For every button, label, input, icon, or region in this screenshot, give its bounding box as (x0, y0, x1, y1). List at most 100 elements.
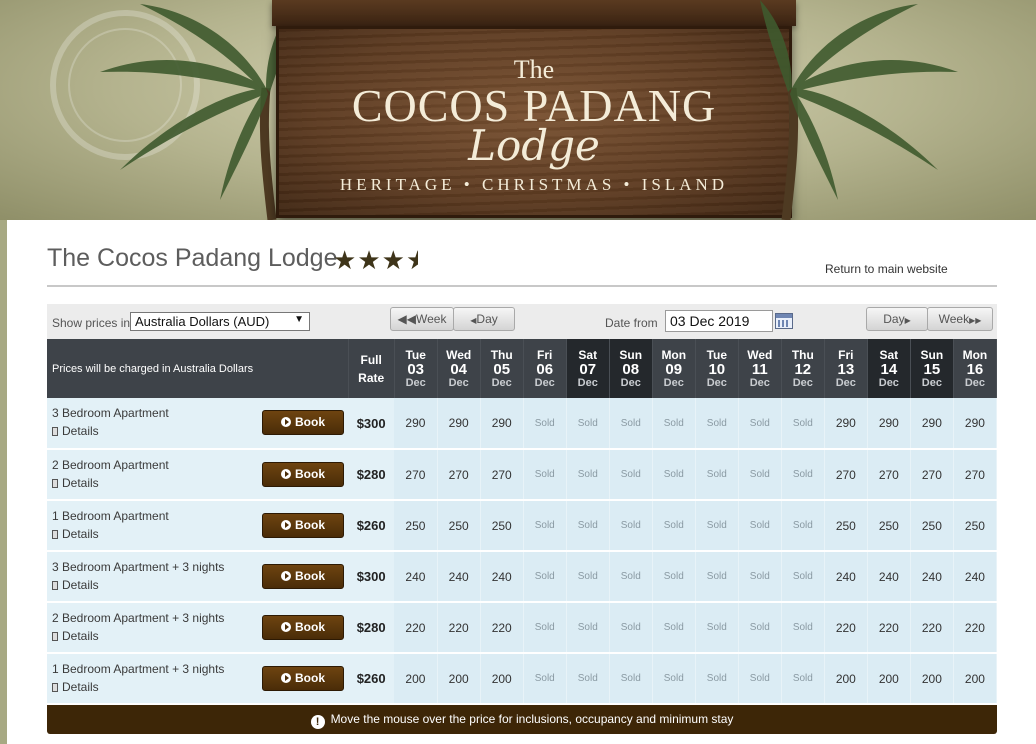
table-row: 3 Bedroom Apartment + 3 nights Details Boo… (47, 551, 998, 603)
chevron-right-icon: ▶ (904, 316, 911, 325)
price-cell[interactable]: 200 (867, 653, 911, 705)
day-name: Tue (706, 347, 728, 362)
price-cell[interactable]: 240 (394, 551, 438, 603)
next-week-button[interactable]: Week▶▶ (927, 307, 993, 331)
book-button[interactable]: Book (262, 410, 344, 435)
price-cell[interactable]: 290 (910, 398, 954, 450)
play-circle-icon (281, 417, 291, 427)
date-header-12: Sun 15 Dec (910, 339, 954, 398)
month-name: Dec (663, 376, 684, 389)
price-cell[interactable]: 270 (480, 449, 524, 501)
room-cell: 1 Bedroom Apartment + 3 nights Details Boo… (47, 653, 349, 705)
price-cell[interactable]: 290 (824, 398, 868, 450)
price-cell[interactable]: 250 (910, 500, 954, 552)
logo-tagline: HERITAGE • CHRISTMAS • ISLAND (339, 175, 729, 194)
prev-day-button[interactable]: ◀Day (453, 307, 515, 331)
room-cell: 3 Bedroom Apartment + 3 nights Details Boo… (47, 551, 349, 603)
details-link[interactable]: Details (52, 578, 99, 592)
details-link[interactable]: Details (52, 680, 99, 694)
price-cell[interactable]: 220 (394, 602, 438, 654)
book-button[interactable]: Book (262, 564, 344, 589)
prev-day-label: Day (476, 312, 498, 326)
calendar-icon[interactable] (775, 313, 793, 329)
price-cell[interactable]: 250 (394, 500, 438, 552)
month-name: Dec (921, 376, 942, 389)
price-cell[interactable]: 240 (824, 551, 868, 603)
price-cell[interactable]: 290 (394, 398, 438, 450)
day-number: 04 (450, 360, 468, 378)
price-cell[interactable]: 250 (953, 500, 998, 552)
price-cell[interactable]: 200 (824, 653, 868, 705)
price-cell[interactable]: 270 (394, 449, 438, 501)
price-cell[interactable]: 290 (953, 398, 998, 450)
price-cell[interactable]: 270 (953, 449, 998, 501)
show-prices-label: Show prices in (52, 316, 131, 330)
price-cell[interactable]: 200 (910, 653, 954, 705)
price-cell[interactable]: 200 (394, 653, 438, 705)
hint-bar: ! Move the mouse over the price for inclu… (47, 705, 997, 734)
price-cell[interactable]: 290 (867, 398, 911, 450)
price-cell[interactable]: 250 (437, 500, 481, 552)
details-link[interactable]: Details (52, 527, 99, 541)
book-button[interactable]: Book (262, 615, 344, 640)
price-cell[interactable]: 200 (953, 653, 998, 705)
day-number: 11 (751, 360, 768, 378)
price-cell[interactable]: 240 (867, 551, 911, 603)
return-to-main-website-link[interactable]: Return to main website (825, 262, 948, 276)
price-cell[interactable]: 220 (824, 602, 868, 654)
book-button[interactable]: Book (262, 666, 344, 691)
details-link[interactable]: Details (52, 629, 99, 643)
price-cell[interactable]: 240 (953, 551, 998, 603)
details-label: Details (62, 424, 99, 438)
book-label: Book (295, 467, 325, 481)
currency-select[interactable]: Australia Dollars (AUD) ▼ (130, 312, 310, 331)
price-cell[interactable]: 240 (480, 551, 524, 603)
price-cell[interactable]: 290 (437, 398, 481, 450)
price-cell[interactable]: 200 (480, 653, 524, 705)
price-cell[interactable]: 240 (437, 551, 481, 603)
full-rate-value: $280 (348, 602, 395, 654)
sold-cell: Sold (523, 602, 567, 654)
sold-cell: Sold (609, 398, 653, 450)
day-number: 14 (880, 360, 898, 378)
price-cell[interactable]: 220 (910, 602, 954, 654)
day-name: Fri (537, 347, 553, 362)
details-link[interactable]: Details (52, 424, 99, 438)
prev-week-button[interactable]: ◀◀Week (390, 307, 454, 331)
price-cell[interactable]: 270 (910, 449, 954, 501)
date-header-13: Mon 16 Dec (953, 339, 998, 398)
sold-cell: Sold (652, 500, 696, 552)
price-cell[interactable]: 220 (437, 602, 481, 654)
day-name: Sat (879, 347, 899, 362)
price-cell[interactable]: 220 (867, 602, 911, 654)
price-cell[interactable]: 200 (437, 653, 481, 705)
next-day-button[interactable]: Day▶ (866, 307, 928, 331)
price-cell[interactable]: 250 (867, 500, 911, 552)
sold-cell: Sold (566, 551, 610, 603)
book-button[interactable]: Book (262, 513, 344, 538)
controls-bar: Show prices in Australia Dollars (AUD) ▼… (47, 304, 997, 340)
price-cell[interactable]: 270 (824, 449, 868, 501)
date-from-input[interactable]: 03 Dec 2019 (665, 310, 773, 332)
price-cell[interactable]: 220 (953, 602, 998, 654)
date-header-4: Sat 07 Dec (566, 339, 610, 398)
date-header-7: Tue 10 Dec (695, 339, 739, 398)
price-cell[interactable]: 250 (824, 500, 868, 552)
document-icon (52, 632, 58, 641)
price-cell[interactable]: 240 (910, 551, 954, 603)
price-cell[interactable]: 220 (480, 602, 524, 654)
document-icon (52, 683, 58, 692)
book-button[interactable]: Book (262, 462, 344, 487)
details-link[interactable]: Details (52, 476, 99, 490)
day-number: 08 (622, 360, 640, 378)
document-icon (52, 479, 58, 488)
price-cell[interactable]: 270 (437, 449, 481, 501)
book-label: Book (295, 415, 325, 429)
date-header-3: Fri 06 Dec (523, 339, 567, 398)
sold-cell: Sold (695, 500, 739, 552)
day-number: 15 (923, 360, 941, 378)
price-cell[interactable]: 290 (480, 398, 524, 450)
sign-plank (272, 0, 796, 26)
price-cell[interactable]: 270 (867, 449, 911, 501)
price-cell[interactable]: 250 (480, 500, 524, 552)
